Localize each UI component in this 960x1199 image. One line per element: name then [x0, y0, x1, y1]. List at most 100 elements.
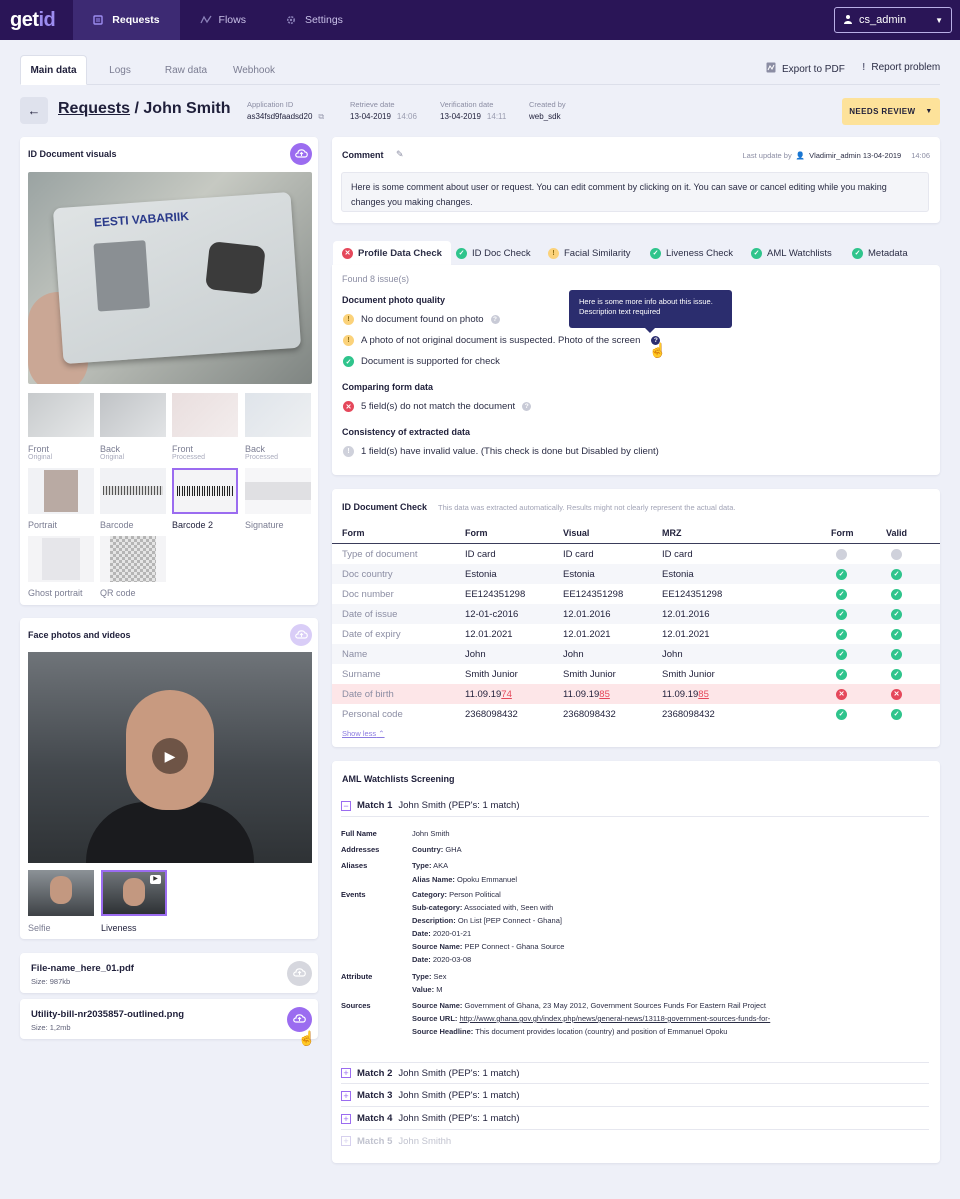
upload-button[interactable]	[287, 961, 312, 986]
check-icon: ✓	[891, 628, 902, 640]
source-url-link[interactable]: http://www.ghana.gov.gh/index.php/news/g…	[460, 1014, 771, 1023]
thumb-back-original[interactable]	[100, 393, 166, 437]
user-dropdown[interactable]: cs_admin ▼	[834, 7, 952, 33]
expand-icon[interactable]: +	[341, 1068, 351, 1078]
error-icon: ✕	[342, 247, 353, 259]
nav-flows[interactable]: Flows	[180, 0, 266, 40]
upload-button[interactable]	[290, 624, 312, 646]
id-document-main-image[interactable]: EESTI VABARIIK	[28, 172, 312, 384]
thumb-front-processed[interactable]	[172, 393, 238, 437]
tab-aml-watchlists[interactable]: ✓ AML Watchlists	[751, 241, 832, 265]
check-icon: ✓	[891, 648, 902, 660]
expand-icon[interactable]: +	[341, 1113, 351, 1124]
thumb-liveness[interactable]: ▶	[101, 870, 167, 916]
needs-review-button[interactable]: NEEDS REVIEW ▼	[842, 98, 940, 125]
match-row[interactable]: + Match 5 John Smithh	[341, 1130, 929, 1152]
tab-profile-data-check[interactable]: ✕ Profile Data Check	[333, 241, 451, 265]
match-row[interactable]: + Match 2 John Smith (PEP's: 1 match)	[341, 1062, 929, 1084]
match-row[interactable]: + Match 3 John Smith (PEP's: 1 match)	[341, 1085, 929, 1107]
back-button[interactable]: ←	[20, 97, 48, 124]
issues-count: Found 8 issue(s)	[342, 274, 410, 284]
match-row[interactable]: − Match 1 John Smith (PEP's: 1 match)	[341, 795, 929, 817]
last-update-label: Last update by	[742, 151, 792, 160]
detail-text: AKA	[433, 861, 449, 870]
tab-facial-similarity[interactable]: ! Facial Similarity	[548, 241, 631, 265]
thumb-ghost-portrait[interactable]	[28, 536, 94, 582]
help-icon[interactable]: ?	[490, 315, 500, 324]
help-icon[interactable]: ?	[522, 402, 532, 411]
comment-card: Comment ✎ Last update by 👤 Vladimir_admi…	[332, 137, 940, 223]
pencil-icon[interactable]: ✎	[396, 149, 404, 160]
show-less-link[interactable]: Show less ⌃	[342, 729, 385, 738]
file-size: Size: 1,2mb	[31, 1023, 71, 1032]
tab-id-doc-check[interactable]: ✓ ID Doc Check	[456, 241, 531, 265]
tab-metadata[interactable]: ✓ Metadata	[852, 241, 908, 265]
match-row[interactable]: + Match 4 John Smith (PEP's: 1 match)	[341, 1108, 929, 1130]
tab-liveness-check[interactable]: ✓ Liveness Check	[650, 241, 733, 265]
logo[interactable]: getid	[0, 9, 73, 32]
expand-icon[interactable]: +	[341, 1090, 351, 1101]
play-icon[interactable]: ▶	[152, 738, 188, 774]
table-row: Doc number EE124351298 EE124351298 EE124…	[332, 584, 940, 604]
thumb-back-processed[interactable]	[245, 393, 311, 437]
meta-value[interactable]: as34fsd9faadsd20 ⧉	[247, 112, 324, 122]
id-card-image: EESTI VABARIIK	[52, 191, 302, 365]
field-name: Personal code	[342, 708, 403, 720]
liveness-video[interactable]: ▶	[28, 652, 312, 863]
breadcrumb-requests[interactable]: Requests	[58, 100, 130, 117]
form-value: 11.09.19 74	[465, 684, 512, 704]
column-header: Form	[831, 528, 854, 538]
id-card-country: EESTI VABARIIK	[93, 209, 190, 230]
verification-time-value: 14:11	[486, 112, 507, 121]
visual-value: 12.01.2021	[563, 628, 611, 640]
person-body	[86, 802, 254, 863]
detail-key: Description:	[412, 916, 456, 925]
detail-value: Date: 2020-01-21	[412, 929, 471, 938]
file-card[interactable]: File-name_here_01.pdf Size: 987kb	[20, 953, 318, 993]
last-update-info: Last update by 👤 Vladimir_admin 13-04-20…	[743, 151, 930, 160]
thumb-barcode[interactable]	[100, 468, 166, 514]
field-name: Date of expiry	[342, 628, 401, 640]
upload-button[interactable]	[287, 1007, 312, 1032]
aml-screening-card: AML Watchlists Screening − Match 1 John …	[332, 761, 940, 1163]
upload-button[interactable]	[290, 143, 312, 165]
nav-requests[interactable]: Requests	[73, 0, 180, 40]
thumb-front-original[interactable]	[28, 393, 94, 437]
tab-webhook[interactable]: Webhook	[228, 55, 280, 85]
nav-settings-label: Settings	[304, 14, 343, 26]
collapse-icon[interactable]: −	[341, 800, 351, 811]
thumb-qr-code[interactable]	[100, 536, 166, 582]
list-icon	[93, 15, 103, 25]
match-description: John Smith (PEP's: 1 match)	[398, 800, 520, 811]
tab-raw-data[interactable]: Raw data	[160, 55, 212, 85]
comment-text[interactable]: Here is some comment about user or reque…	[341, 172, 929, 212]
form-status	[836, 544, 847, 564]
form-status: ✓	[836, 564, 847, 584]
mrz-value: John	[662, 648, 683, 660]
detail-value: Source URL: http://www.ghana.gov.gh/inde…	[412, 1014, 770, 1023]
meta-retrieve-date: Retrieve date 13-04-2019 14:06	[350, 100, 417, 121]
thumb-portrait[interactable]	[28, 468, 94, 514]
tab-logs[interactable]: Logs	[98, 55, 142, 85]
thumb-selfie[interactable]	[28, 870, 94, 916]
nav-settings[interactable]: Settings	[266, 0, 363, 40]
match-label: Match 5	[357, 1135, 393, 1147]
form-value: John	[465, 648, 486, 660]
file-card[interactable]: Utility-bill-nr2035857-outlined.png Size…	[20, 999, 318, 1039]
expand-icon[interactable]: +	[341, 1136, 351, 1146]
thumb-signature[interactable]	[245, 468, 311, 514]
report-problem-button[interactable]: ! Report problem	[862, 62, 940, 73]
disabled-icon: !	[343, 446, 354, 457]
check-icon: ✓	[836, 648, 847, 660]
issue-row: ✓ Document is supported for check	[343, 356, 500, 367]
thumb-label: Barcode 2	[172, 520, 214, 530]
thumb-barcode-2[interactable]	[172, 468, 238, 514]
copy-icon[interactable]: ⧉	[318, 112, 324, 121]
ghost-image	[42, 538, 80, 580]
tab-main-data[interactable]: Main data	[20, 55, 87, 85]
valid-status: ✓	[891, 624, 902, 644]
mrz-value: 11.09.19 85	[662, 684, 709, 704]
thumb-sublabel: Original	[28, 454, 53, 461]
export-pdf-button[interactable]: Export to PDF	[766, 62, 845, 76]
field-name: Doc country	[342, 568, 393, 580]
